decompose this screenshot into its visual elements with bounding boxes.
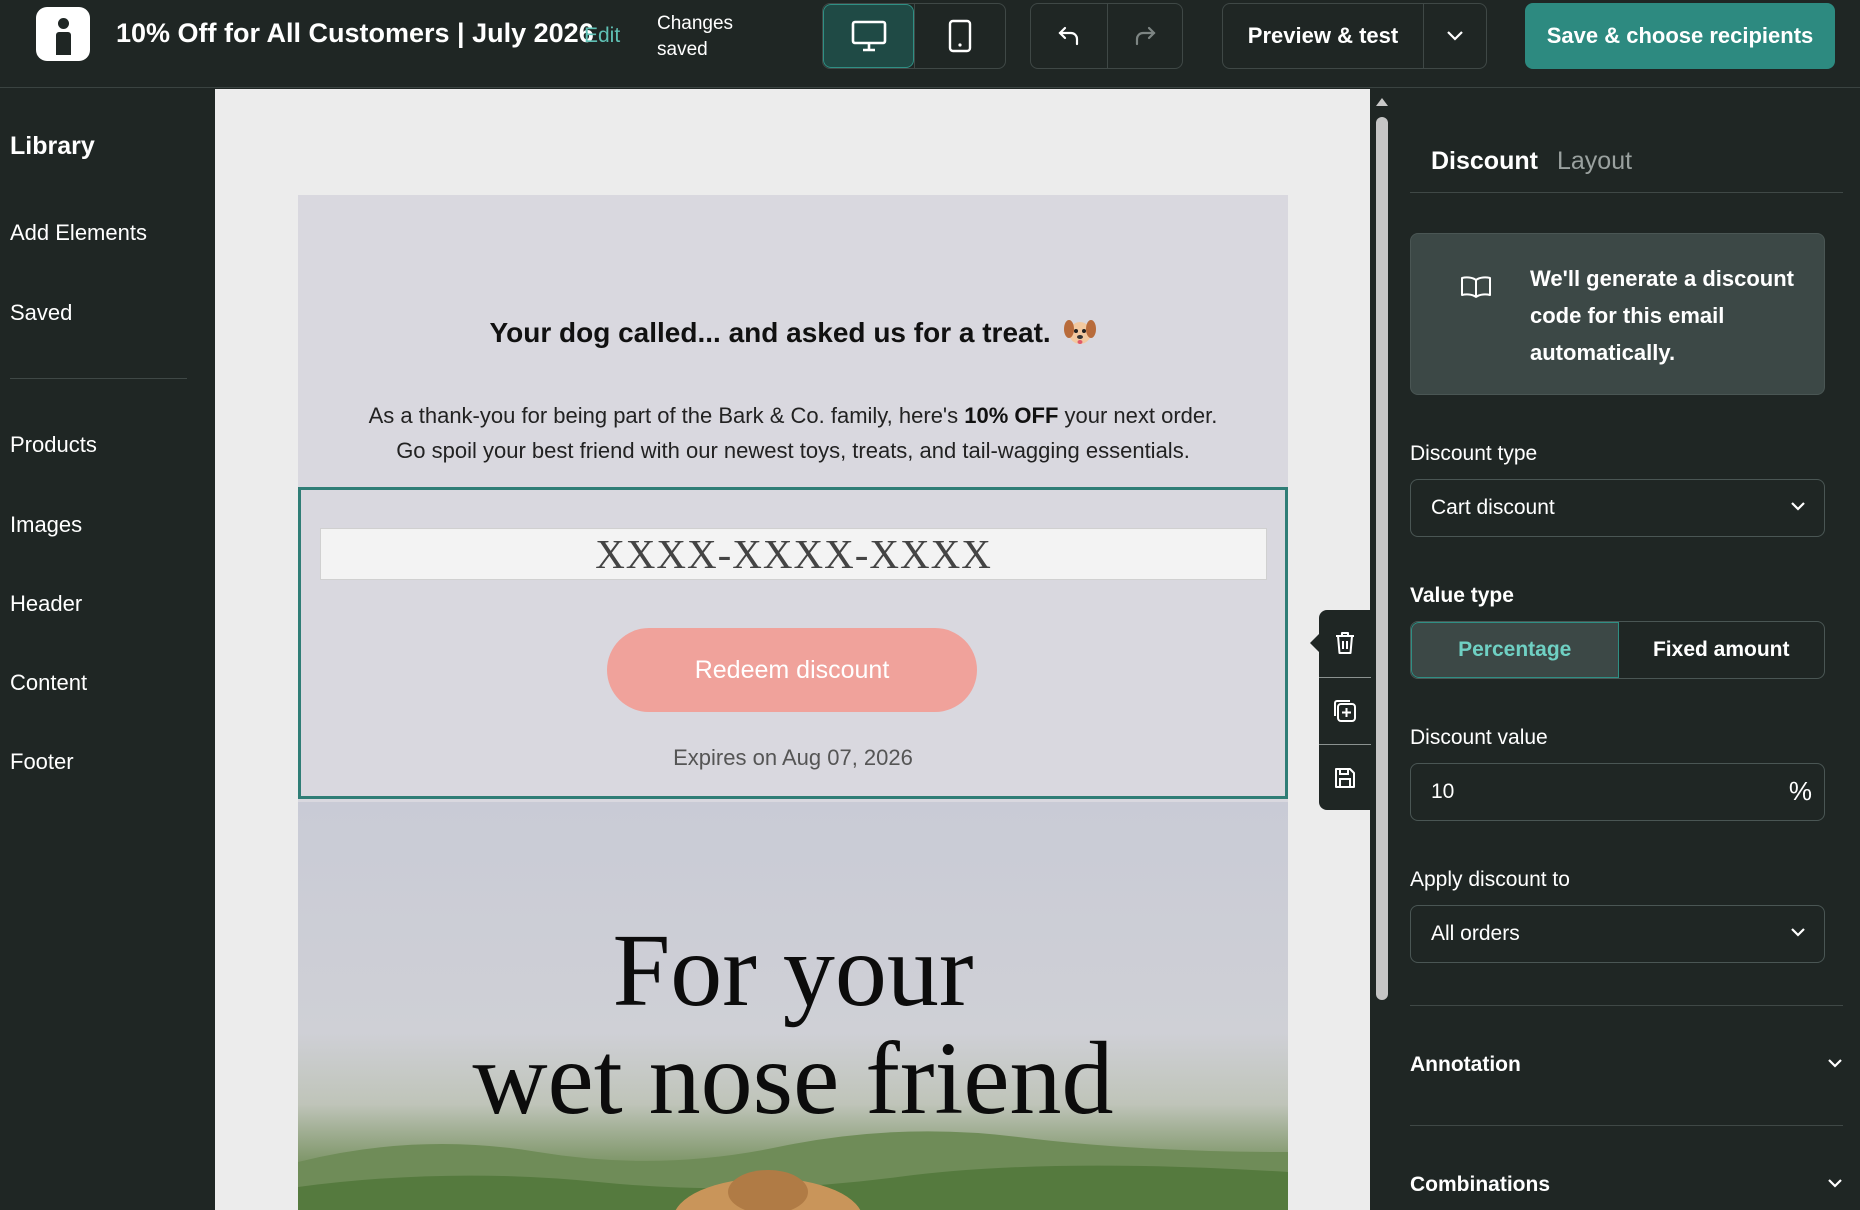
email-editor-app: 10% Off for All Customers | July 2026 Ed… <box>0 0 1860 1210</box>
panel-divider <box>1410 1005 1843 1006</box>
sidebar-item-images[interactable]: Images <box>10 512 82 538</box>
chevron-down-icon <box>1828 1059 1842 1068</box>
hero-title-line1: For your <box>612 913 974 1028</box>
chevron-down-icon <box>1791 502 1805 511</box>
percent-suffix: % <box>1788 776 1812 806</box>
headline-text: Your dog called... and asked us for a tr… <box>489 317 1051 348</box>
preview-options-button[interactable] <box>1423 4 1486 68</box>
save-block-button[interactable] <box>1319 745 1371 811</box>
body-text-bold: 10% OFF <box>964 403 1059 428</box>
desktop-view-button[interactable] <box>823 4 914 68</box>
discount-code-box: XXXX-XXXX-XXXX <box>320 528 1267 580</box>
auto-code-info-text: We'll generate a discount code for this … <box>1530 266 1794 365</box>
email-preview: Your dog called... and asked us for a tr… <box>298 195 1288 1210</box>
sidebar-item-header[interactable]: Header <box>10 591 82 617</box>
discount-type-select[interactable]: Cart discount <box>1410 479 1825 537</box>
undo-icon <box>1058 26 1078 46</box>
duplicate-icon <box>1334 700 1356 722</box>
sidebar-item-saved[interactable]: Saved <box>10 300 72 326</box>
device-toggle <box>822 3 1006 69</box>
combinations-accordion[interactable]: Combinations <box>1410 1165 1843 1205</box>
block-actions-toolbar <box>1310 610 1371 811</box>
sidebar-divider <box>10 378 187 379</box>
canvas-scrollbar[interactable] <box>1371 89 1393 1210</box>
discount-type-label: Discount type <box>1410 442 1538 465</box>
combinations-label: Combinations <box>1410 1173 1550 1196</box>
sidebar-item-content[interactable]: Content <box>10 670 87 696</box>
preview-test-control: Preview & test <box>1222 3 1487 69</box>
edit-title-link[interactable]: Edit <box>584 24 620 48</box>
value-type-toggle: Percentage Fixed amount <box>1410 621 1825 679</box>
apply-discount-value: All orders <box>1431 922 1520 945</box>
duplicate-block-button[interactable] <box>1319 678 1371 744</box>
save-block-icon <box>1335 768 1355 788</box>
expiry-text: Expires on Aug 07, 2026 <box>673 745 913 770</box>
tab-layout[interactable]: Layout <box>1557 147 1632 176</box>
book-icon <box>1461 276 1491 298</box>
chevron-down-icon <box>1828 1179 1842 1188</box>
panel-tabs: Discount Layout <box>1410 89 1843 193</box>
dog-face-icon <box>1064 320 1097 344</box>
value-type-fixed-amount[interactable]: Fixed amount <box>1619 622 1825 678</box>
library-sidebar: Library Add Elements Saved Products Imag… <box>0 89 214 1210</box>
tab-discount[interactable]: Discount <box>1431 147 1538 176</box>
email-canvas: Your dog called... and asked us for a tr… <box>215 89 1370 1210</box>
mobile-icon <box>948 19 972 53</box>
trash-icon <box>1336 632 1354 654</box>
auto-code-info-card: We'll generate a discount code for this … <box>1410 233 1825 395</box>
undo-button[interactable] <box>1031 4 1107 68</box>
email-title: 10% Off for All Customers | July 2026 <box>116 18 594 48</box>
save-choose-recipients-button[interactable]: Save & choose recipients <box>1525 3 1835 69</box>
hero-title-line2: wet nose friend <box>472 1021 1114 1136</box>
delete-block-button[interactable] <box>1319 610 1371 676</box>
mobile-view-button[interactable] <box>914 4 1005 68</box>
value-type-percentage[interactable]: Percentage <box>1411 622 1619 678</box>
apply-discount-select[interactable]: All orders <box>1410 905 1825 963</box>
value-type-label: Value type <box>1410 584 1514 607</box>
discount-value-input[interactable]: 10 % <box>1410 763 1825 821</box>
redo-icon <box>1135 26 1156 46</box>
library-heading: Library <box>10 132 95 160</box>
scroll-up-arrow[interactable] <box>1376 98 1388 106</box>
discount-type-value: Cart discount <box>1431 496 1555 519</box>
body-text-line2: Go spoil your best friend with our newes… <box>396 438 1190 463</box>
email-headline[interactable]: Your dog called... and asked us for a tr… <box>298 317 1288 349</box>
sidebar-item-add-elements[interactable]: Add Elements <box>10 220 147 246</box>
desktop-icon <box>851 20 886 52</box>
scroll-thumb[interactable] <box>1376 117 1388 1000</box>
top-bar: 10% Off for All Customers | July 2026 Ed… <box>0 0 1860 88</box>
save-status: Changes saved <box>657 13 734 60</box>
chevron-down-icon <box>1791 928 1805 937</box>
redeem-discount-button[interactable]: Redeem discount <box>607 628 977 712</box>
brand-logo-icon[interactable] <box>36 7 90 61</box>
email-body-text[interactable]: As a thank-you for being part of the Bar… <box>298 398 1288 468</box>
panel-divider <box>1410 1125 1843 1126</box>
apply-discount-label: Apply discount to <box>1410 868 1570 891</box>
discount-settings-panel: Discount Layout We'll generate a discoun… <box>1393 89 1860 1210</box>
annotation-accordion[interactable]: Annotation <box>1410 1045 1843 1085</box>
body-text-part1: As a thank-you for being part of the Bar… <box>368 403 965 428</box>
sidebar-item-footer[interactable]: Footer <box>10 749 74 775</box>
annotation-label: Annotation <box>1410 1053 1521 1076</box>
preview-test-button[interactable]: Preview & test <box>1223 4 1423 68</box>
redo-button[interactable] <box>1106 4 1183 68</box>
discount-value-text: 10 <box>1431 780 1455 803</box>
hero-image[interactable]: For your wet nose friend <box>298 802 1288 1210</box>
history-controls <box>1030 3 1183 69</box>
sidebar-item-products[interactable]: Products <box>10 432 97 458</box>
discount-value-label: Discount value <box>1410 726 1548 749</box>
chevron-down-icon <box>1447 31 1463 41</box>
discount-block-selected[interactable]: XXXX-XXXX-XXXX Redeem discount Expires o… <box>298 487 1288 799</box>
body-text-part2: your next order. <box>1058 403 1218 428</box>
